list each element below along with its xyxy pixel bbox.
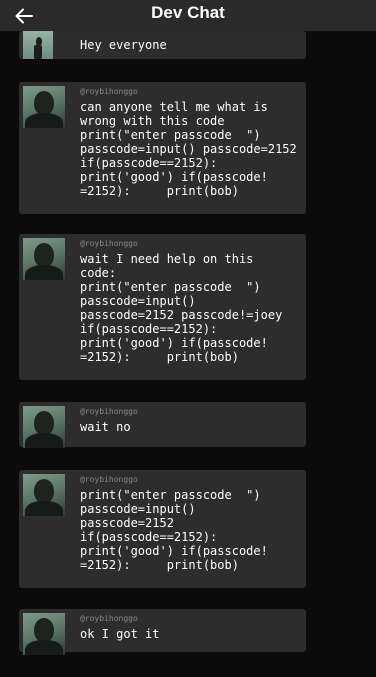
app-header: Dev Chat [0,0,376,31]
message-item[interactable]: Hey everyone [19,31,306,59]
back-button[interactable] [4,0,44,31]
avatar[interactable] [23,31,53,59]
message-handle[interactable]: @roybihonggo [80,87,138,96]
page-title: Dev Chat [151,2,225,22]
message-text: print("enter passcode ") passcode=input(… [80,488,268,572]
message-item[interactable]: @roybihonggo wait I need help on this co… [19,234,306,380]
message-item[interactable]: @roybihonggo wait no [19,402,306,448]
message-item[interactable]: @roybihonggo can anyone tell me what is … [19,82,306,214]
avatar-figure [34,243,54,267]
message-handle[interactable]: @roybihonggo [80,407,138,416]
avatar-figure-body [25,640,63,655]
avatar-figure-body [34,45,42,59]
message-text: wait no [80,420,131,434]
avatar-figure-body [25,113,63,128]
avatar[interactable] [23,613,65,655]
message-handle[interactable]: @roybihonggo [80,475,138,484]
avatar-figure-body [25,501,63,516]
message-item[interactable]: @roybihonggo ok I got it [19,609,306,655]
avatar-figure [34,411,54,435]
avatar[interactable] [23,86,65,128]
avatar[interactable] [23,406,65,448]
avatar[interactable] [23,238,65,280]
message-text: can anyone tell me what is wrong with th… [80,100,297,198]
message-feed[interactable]: Hey everyone @roybihonggo can anyone tel… [0,31,376,677]
message-text: wait I need help on this code: print("en… [80,252,283,364]
message-handle[interactable]: @roybihonggo [80,239,138,248]
avatar-figure [34,618,54,642]
message-item[interactable]: @roybihonggo print("enter passcode ") pa… [19,470,306,588]
avatar-figure-body [25,265,63,280]
message-text: ok I got it [80,627,160,641]
message-text: Hey everyone [80,38,167,52]
avatar-figure [34,479,54,503]
message-handle[interactable]: @roybihonggo [80,614,138,623]
avatar[interactable] [23,474,65,516]
avatar-figure [34,91,54,115]
arrow-left-icon [15,8,33,23]
avatar-figure-body [25,433,63,448]
